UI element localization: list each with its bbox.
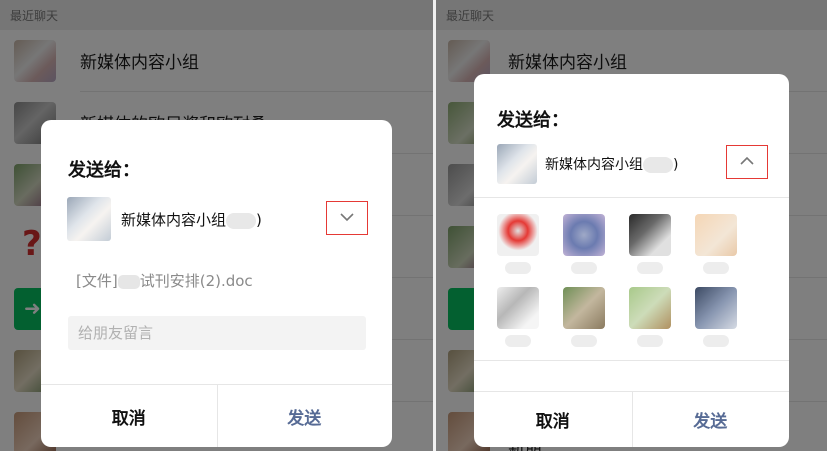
member-item[interactable] bbox=[563, 287, 605, 347]
member-avatar bbox=[629, 214, 671, 256]
recipient-name: 新媒体内容小组) bbox=[545, 154, 678, 174]
expand-members-button[interactable] bbox=[326, 201, 368, 235]
member-name-blurred bbox=[637, 262, 663, 274]
blurred-count bbox=[226, 212, 257, 229]
send-button[interactable]: 发送 bbox=[632, 392, 790, 447]
cancel-button[interactable]: 取消 bbox=[41, 385, 217, 447]
member-avatar bbox=[497, 214, 539, 256]
member-item[interactable] bbox=[563, 214, 605, 274]
member-avatar bbox=[563, 214, 605, 256]
recipient-name-text: 新媒体内容小组 bbox=[121, 211, 227, 229]
member-name-blurred bbox=[505, 262, 531, 274]
recipient-avatar bbox=[67, 197, 111, 241]
members-bottom-divider bbox=[474, 360, 789, 361]
member-avatar bbox=[563, 287, 605, 329]
recipient-name: 新媒体内容小组) bbox=[121, 209, 262, 230]
member-item[interactable] bbox=[629, 287, 671, 347]
cancel-button[interactable]: 取消 bbox=[474, 392, 632, 447]
member-name-blurred bbox=[703, 335, 729, 347]
dialog-title: 发送给： bbox=[497, 110, 569, 131]
chevron-down-icon bbox=[340, 213, 354, 222]
member-name-blurred bbox=[703, 262, 729, 274]
member-avatar bbox=[497, 287, 539, 329]
member-item[interactable] bbox=[497, 287, 539, 347]
recipient-avatar bbox=[497, 144, 537, 184]
member-item[interactable] bbox=[497, 214, 539, 274]
member-avatar bbox=[695, 214, 737, 256]
member-item[interactable] bbox=[695, 214, 737, 274]
member-avatar bbox=[695, 287, 737, 329]
member-avatar bbox=[629, 287, 671, 329]
send-to-dialog-expanded: 发送给： 新媒体内容小组) 取消 发送 bbox=[474, 74, 789, 447]
member-name-blurred bbox=[505, 335, 531, 347]
recipient-suffix: ) bbox=[256, 211, 262, 229]
send-to-dialog: 发送给： 新媒体内容小组) [文件] 试刊安排(2).doc 取消 发送 bbox=[41, 120, 392, 447]
member-name-blurred bbox=[571, 262, 597, 274]
left-screen: 最近聊天 新媒体内容小组 新媒体的欧尼酱和欧耐桑 ? ➜ 发送给： 新媒体内容小… bbox=[0, 0, 433, 451]
chevron-up-icon bbox=[740, 156, 754, 165]
message-input[interactable] bbox=[68, 316, 366, 350]
send-button[interactable]: 发送 bbox=[217, 385, 393, 447]
file-prefix: [文件] bbox=[76, 272, 118, 290]
recipient-name-text: 新媒体内容小组 bbox=[545, 157, 643, 173]
dialog-title: 发送给： bbox=[68, 160, 140, 181]
right-screen: 最近聊天 新媒体内容小组 新朋 发送给： 新媒体内容小组) bbox=[436, 0, 827, 451]
blurred-filename-part bbox=[117, 274, 140, 289]
member-item[interactable] bbox=[695, 287, 737, 347]
member-name-blurred bbox=[637, 335, 663, 347]
dialog-buttons: 取消 发送 bbox=[41, 384, 392, 447]
members-top-divider bbox=[474, 197, 789, 198]
file-attachment: [文件] 试刊安排(2).doc bbox=[76, 270, 253, 291]
dialog-buttons: 取消 发送 bbox=[474, 391, 789, 447]
file-name: 试刊安排(2).doc bbox=[139, 272, 253, 290]
member-item[interactable] bbox=[629, 214, 671, 274]
collapse-members-button[interactable] bbox=[726, 145, 768, 179]
blurred-count bbox=[643, 157, 673, 173]
member-name-blurred bbox=[571, 335, 597, 347]
recipient-suffix: ) bbox=[673, 157, 679, 173]
